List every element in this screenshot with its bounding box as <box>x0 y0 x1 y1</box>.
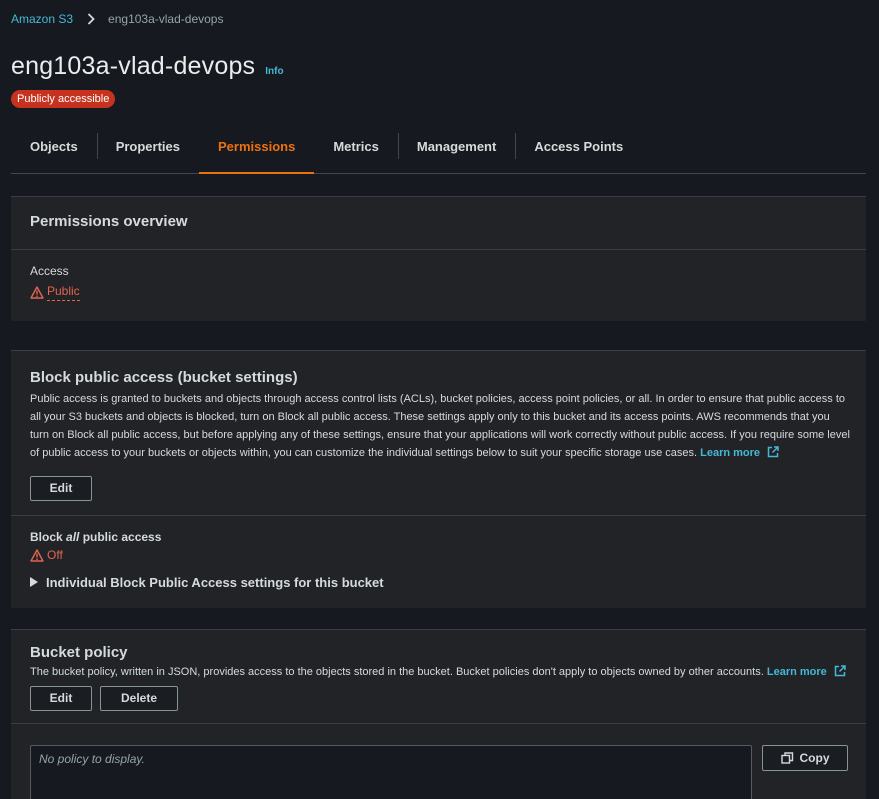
breadcrumb: Amazon S3 eng103a-vlad-devops <box>11 12 223 26</box>
individual-settings-label: Individual Block Public Access settings … <box>46 574 384 590</box>
learn-more-link[interactable]: Learn more <box>767 666 827 678</box>
permissions-overview-panel: Permissions overview Access Public <box>11 196 866 321</box>
block-all-section: Block all public access Off Individual B… <box>11 516 866 590</box>
learn-more-link[interactable]: Learn more <box>700 447 760 459</box>
bucket-policy-text: The bucket policy, written in JSON, prov… <box>30 666 764 678</box>
block-all-status: Off <box>30 548 63 562</box>
edit-block-public-access-button[interactable]: Edit <box>30 476 92 501</box>
status-badge: Publicly accessible <box>11 90 116 108</box>
warning-icon <box>30 286 44 299</box>
divider <box>11 249 866 250</box>
breadcrumb-amazon-s3[interactable]: Amazon S3 <box>11 12 73 26</box>
info-link[interactable]: Info <box>265 66 283 77</box>
permissions-overview-title: Permissions overview <box>30 213 188 230</box>
access-value: Public <box>47 284 80 301</box>
copy-icon <box>780 752 794 764</box>
page-header: eng103a-vlad-devops Info <box>11 52 284 81</box>
access-status[interactable]: Public <box>30 284 80 301</box>
individual-settings-expander[interactable]: Individual Block Public Access settings … <box>30 575 847 590</box>
bucket-policy-panel: Bucket policy The bucket policy, written… <box>11 629 866 799</box>
copy-label: Copy <box>799 750 830 765</box>
chevron-right-icon <box>87 12 96 26</box>
block-public-access-description: Public access is granted to buckets and … <box>30 390 850 464</box>
tab-access-points[interactable]: Access Points <box>515 133 642 161</box>
tab-objects[interactable]: Objects <box>11 133 97 161</box>
policy-editor[interactable]: No policy to display. <box>30 745 752 799</box>
caret-right-icon <box>30 577 38 587</box>
external-link-icon <box>834 665 846 683</box>
bucket-policy-description: The bucket policy, written in JSON, prov… <box>30 663 850 683</box>
external-link-icon <box>767 446 779 464</box>
page-title: eng103a-vlad-devops <box>11 52 256 80</box>
tab-metrics[interactable]: Metrics <box>314 133 398 161</box>
tab-permissions[interactable]: Permissions <box>199 133 315 174</box>
warning-icon <box>30 548 44 562</box>
block-all-status-text: Off <box>47 548 63 562</box>
breadcrumb-current: eng103a-vlad-devops <box>108 12 224 26</box>
block-public-access-title: Block public access (bucket settings) <box>30 369 298 386</box>
policy-area: No policy to display. Copy <box>11 724 866 799</box>
access-label: Access <box>30 264 69 278</box>
delete-policy-button[interactable]: Delete <box>100 686 178 711</box>
tab-management[interactable]: Management <box>397 133 515 161</box>
bucket-policy-title: Bucket policy <box>30 644 128 661</box>
edit-policy-button[interactable]: Edit <box>30 686 92 711</box>
block-public-access-panel: Block public access (bucket settings) Pu… <box>11 350 866 608</box>
block-all-label: Block all public access <box>30 530 162 544</box>
copy-button[interactable]: Copy <box>762 745 848 771</box>
tab-bar: Objects Properties Permissions Metrics M… <box>11 133 866 174</box>
tab-properties[interactable]: Properties <box>96 133 199 161</box>
